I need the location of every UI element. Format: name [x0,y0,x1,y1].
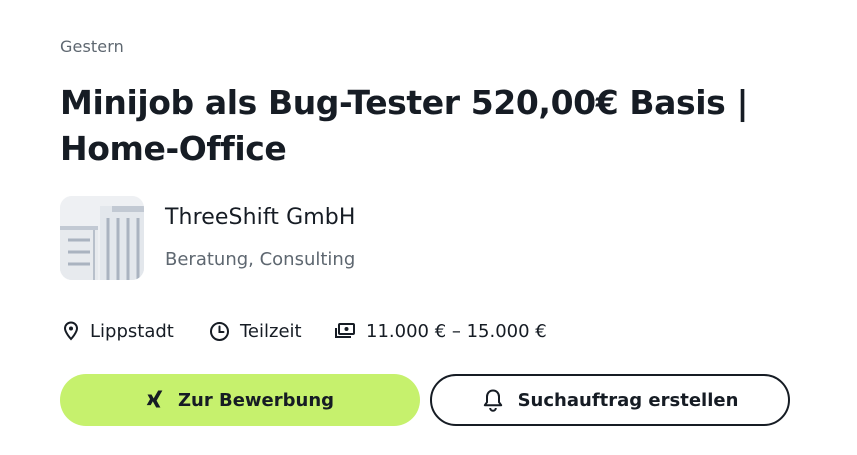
meta-location: Lippstadt [62,318,174,344]
xing-icon [146,390,163,408]
meta-employment-type: Teilzeit [209,318,302,344]
bell-icon [483,389,502,412]
create-search-alert-button[interactable]: Suchauftrag erstellen [430,374,790,426]
company-name[interactable]: ThreeShift GmbH [165,205,356,230]
employment-type-text: Teilzeit [240,320,302,342]
company-logo[interactable] [60,196,144,280]
money-icon [335,323,355,338]
posted-date: Gestern [60,37,124,56]
location-pin-icon [63,321,79,341]
apply-button-label: Zur Bewerbung [177,389,335,411]
company-industry: Beratung, Consulting [165,249,356,270]
building-logo-icon [60,196,144,280]
salary-text: 11.000 € – 15.000 € [366,320,547,342]
create-search-alert-label: Suchauftrag erstellen [517,389,739,411]
apply-button[interactable]: Zur Bewerbung [60,374,420,426]
job-card: Gestern Minijob als Bug-Tester 520,00€ B… [0,0,857,455]
meta-salary: 11.000 € – 15.000 € [334,318,547,344]
job-title: Minijob als Bug-Tester 520,00€ Basis | H… [60,83,749,168]
clock-icon [210,321,229,341]
location-text: Lippstadt [90,320,174,342]
